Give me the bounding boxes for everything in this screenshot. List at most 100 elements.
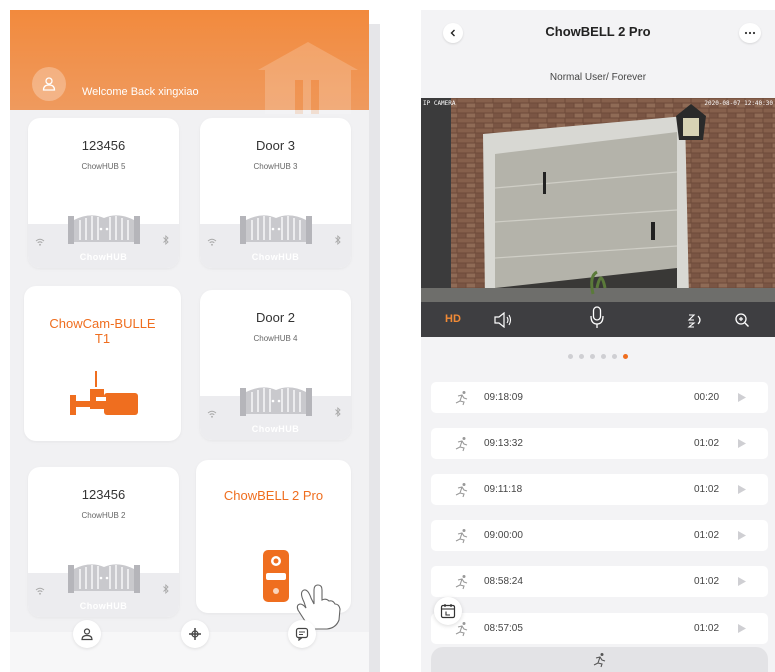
pager-dot-active[interactable] xyxy=(623,354,628,359)
camera-label: IP CAMERA xyxy=(423,100,456,107)
device-card-2[interactable]: Door 3 ChowHUB 3 ChowHUB xyxy=(200,118,351,268)
device-list-screen: Welcome Back xingxiao 123456 ChowHUB 5 C… xyxy=(10,10,369,672)
more-button[interactable] xyxy=(739,23,761,43)
record-row[interactable]: 08:57:05 01:02 xyxy=(431,613,768,644)
record-row[interactable]: 09:11:18 01:02 xyxy=(431,474,768,505)
motion-icon xyxy=(455,391,468,406)
record-time: 08:58:24 xyxy=(484,576,523,587)
page-title: ChowBELL 2 Pro xyxy=(545,24,651,39)
zoom-in-icon[interactable] xyxy=(734,312,750,328)
add-device-icon xyxy=(189,628,201,640)
device-name: ChowBELL 2 Pro xyxy=(223,488,324,503)
brand-watermark: ChowHUB xyxy=(79,601,128,611)
brand-watermark: ChowHUB xyxy=(251,424,300,434)
bluetooth-icon xyxy=(163,584,169,594)
wifi-icon xyxy=(207,410,217,418)
device-card-4[interactable]: Door 2 ChowHUB 4 ChowHUB xyxy=(200,290,351,440)
video-timestamp: 2020-08-07 12:40:30 xyxy=(704,100,773,107)
motion-icon xyxy=(593,652,605,667)
bluetooth-icon xyxy=(163,235,169,245)
record-row[interactable]: 09:13:32 01:02 xyxy=(431,428,768,459)
gate-icon xyxy=(240,387,312,416)
record-duration: 01:02 xyxy=(694,576,720,587)
welcome-text: Welcome Back xingxiao xyxy=(82,86,199,98)
play-icon[interactable] xyxy=(738,393,746,402)
pager-dot[interactable] xyxy=(590,354,595,359)
device-card-5[interactable]: 123456 ChowHUB 2 ChowHUB xyxy=(28,467,179,617)
device-name: Door 3 xyxy=(255,138,296,153)
pager-dot[interactable] xyxy=(601,354,606,359)
user-icon xyxy=(81,628,93,641)
motion-icon xyxy=(455,437,468,452)
motion-icon xyxy=(455,529,468,544)
calendar-icon xyxy=(440,604,456,619)
motion-filter-bar[interactable] xyxy=(431,647,768,672)
device-model: ChowHUB 2 xyxy=(81,511,126,520)
record-row[interactable]: 09:00:00 01:02 xyxy=(431,520,768,551)
garage-scene-image xyxy=(421,98,775,302)
record-duration: 01:02 xyxy=(694,484,720,495)
more-icon xyxy=(744,31,756,35)
device-name: Door 2 xyxy=(255,310,296,325)
gate-icon xyxy=(68,564,140,593)
play-icon[interactable] xyxy=(738,624,746,633)
record-duration: 00:20 xyxy=(694,392,720,403)
device-model: ChowHUB 3 xyxy=(253,162,298,171)
speaker-icon[interactable] xyxy=(493,312,513,328)
brand-watermark: ChowHUB xyxy=(251,252,300,262)
gate-icon xyxy=(240,215,312,244)
motion-icon xyxy=(455,483,468,498)
bluetooth-icon xyxy=(335,407,341,417)
record-duration: 01:02 xyxy=(694,530,720,541)
user-icon xyxy=(42,77,56,91)
bluetooth-icon xyxy=(335,235,341,245)
device-model: ChowHUB 5 xyxy=(81,162,126,171)
calendar-button[interactable] xyxy=(434,597,462,625)
pager-dot[interactable] xyxy=(612,354,617,359)
video-control-bar: HD xyxy=(421,302,775,337)
quality-toggle[interactable]: HD xyxy=(445,313,461,325)
doorbell-icon xyxy=(263,550,289,602)
live-video-feed[interactable]: IP CAMERA 2020-08-07 12:40:30 xyxy=(421,98,775,302)
gate-icon xyxy=(68,215,140,244)
record-duration: 01:02 xyxy=(694,623,720,634)
wifi-icon xyxy=(35,238,45,246)
record-row[interactable]: 08:58:24 01:02 xyxy=(431,566,768,597)
microphone-icon[interactable] xyxy=(589,306,605,330)
record-duration: 01:02 xyxy=(694,438,720,449)
wifi-icon xyxy=(207,238,217,246)
record-time: 09:13:32 xyxy=(484,438,523,449)
pager-dot[interactable] xyxy=(579,354,584,359)
record-time: 08:57:05 xyxy=(484,623,523,634)
intercom-icon[interactable] xyxy=(687,312,705,328)
screen-edge xyxy=(369,24,380,672)
device-model: ChowHUB 4 xyxy=(253,334,298,343)
record-row[interactable]: 09:18:09 00:20 xyxy=(431,382,768,413)
brand-watermark: ChowHUB xyxy=(79,252,128,262)
avatar[interactable] xyxy=(32,67,66,101)
user-nav-button[interactable] xyxy=(73,620,101,648)
play-icon[interactable] xyxy=(738,485,746,494)
page-indicator xyxy=(421,346,775,364)
device-card-1[interactable]: 123456 ChowHUB 5 ChowHUB xyxy=(28,118,179,268)
pager-dot[interactable] xyxy=(568,354,573,359)
motion-icon xyxy=(455,622,468,637)
welcome-header: Welcome Back xingxiao xyxy=(10,10,369,114)
add-device-nav-button[interactable] xyxy=(181,620,209,648)
message-icon xyxy=(295,627,309,641)
play-icon[interactable] xyxy=(738,531,746,540)
record-time: 09:00:00 xyxy=(484,530,523,541)
play-icon[interactable] xyxy=(738,439,746,448)
bullet-camera-icon xyxy=(70,371,138,415)
device-card-6[interactable]: ChowBELL 2 Pro xyxy=(196,460,351,630)
record-time: 09:11:18 xyxy=(484,484,523,495)
message-nav-button[interactable] xyxy=(288,620,316,648)
device-card-3[interactable]: ChowCam-BULLE T1 xyxy=(24,286,181,441)
record-time: 09:18:09 xyxy=(484,392,523,403)
user-role-text: Normal User/ Forever xyxy=(549,72,647,83)
play-icon[interactable] xyxy=(738,577,746,586)
device-name: ChowCam-BULLE T1 xyxy=(49,316,156,346)
device-name: 123456 xyxy=(81,138,126,153)
house-watermark-icon xyxy=(258,42,358,114)
device-name: 123456 xyxy=(81,487,126,502)
